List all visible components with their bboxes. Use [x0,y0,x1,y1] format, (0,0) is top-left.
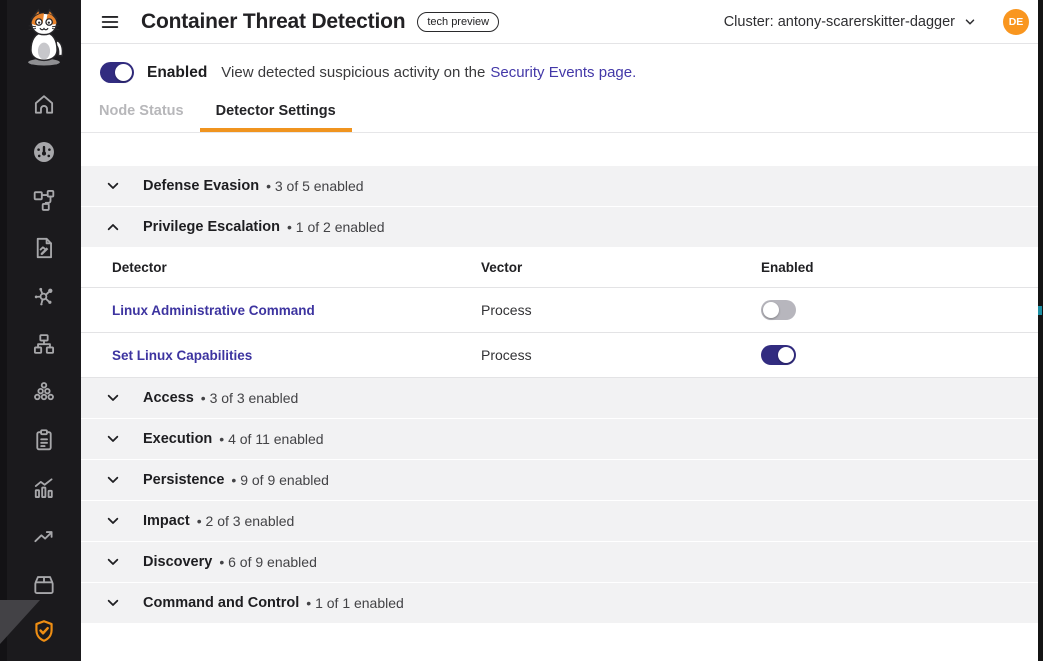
sidebar-edge-strip [0,0,7,661]
detector-toggle-set-linux-capabilities[interactable] [761,345,796,365]
tab-bar: Node Status Detector Settings [81,101,1043,133]
category-command-and-control[interactable]: Command and Control • 1 of 1 enabled [81,583,1043,623]
sidebar-item-tasks[interactable] [7,416,81,464]
category-defense-evasion[interactable]: Defense Evasion • 3 of 5 enabled [81,166,1043,206]
category-privilege-escalation[interactable]: Privilege Escalation • 1 of 2 enabled [81,207,1043,247]
sidebar-item-dashboard[interactable] [7,128,81,176]
enabled-label: Enabled [147,64,207,82]
detector-link-linux-administrative-command[interactable]: Linux Administrative Command [112,303,481,318]
chevron-down-icon [105,472,121,488]
table-row: Linux Administrative Command Process [81,288,1043,333]
column-detector: Detector [112,260,481,275]
chevron-down-icon [105,513,121,529]
chevron-down-icon [105,390,121,406]
sidebar-item-metrics[interactable] [7,464,81,512]
app-window: Container Threat Detection tech preview … [0,0,1043,661]
cat-mascot-icon [16,6,72,68]
category-execution[interactable]: Execution • 4 of 11 enabled [81,419,1043,459]
topology-icon [31,187,57,213]
document-edit-icon [31,235,57,261]
sidebar-item-topology[interactable] [7,176,81,224]
category-impact[interactable]: Impact • 2 of 3 enabled [81,501,1043,541]
tech-preview-badge: tech preview [417,12,499,32]
hub-icon [31,283,57,309]
sidebar [0,0,81,661]
vector-value: Process [481,347,761,363]
app-logo[interactable] [7,6,81,68]
bar-chart-icon [31,475,57,501]
chevron-up-icon [105,219,121,235]
sidebar-item-clusters[interactable] [7,368,81,416]
table-row: Set Linux Capabilities Process [81,333,1043,378]
gauge-icon [31,139,57,165]
category-access[interactable]: Access • 3 of 3 enabled [81,378,1043,418]
package-icon [31,571,57,597]
sidebar-item-connections[interactable] [7,272,81,320]
vector-value: Process [481,302,761,318]
home-icon [31,91,57,117]
chevron-down-icon [105,178,121,194]
category-discovery[interactable]: Discovery • 6 of 9 enabled [81,542,1043,582]
cluster-selector[interactable]: Cluster: antony-scarerskitter-dagger [724,14,977,30]
sidebar-item-reports[interactable] [7,224,81,272]
sidebar-item-trends[interactable] [7,512,81,560]
detection-settings-header: Enabled View detected suspicious activit… [81,44,1043,133]
enable-row: Enabled View detected suspicious activit… [81,44,1043,83]
shield-check-icon [31,618,57,644]
column-vector: Vector [481,260,761,275]
user-avatar[interactable]: DE [1003,9,1029,35]
detection-enabled-toggle[interactable] [100,62,134,83]
cluster-selector-label: Cluster: antony-scarerskitter-dagger [724,14,955,30]
category-persistence[interactable]: Persistence • 9 of 9 enabled [81,460,1043,500]
tab-node-status[interactable]: Node Status [83,101,200,132]
chevron-down-icon [105,595,121,611]
tab-detector-settings[interactable]: Detector Settings [200,101,352,132]
nodes-icon [31,379,57,405]
column-enabled: Enabled [761,260,1043,275]
hamburger-icon [99,11,121,33]
scroll-marker [1038,306,1042,315]
menu-button[interactable] [99,11,121,33]
detector-table-header: Detector Vector Enabled [81,248,1043,288]
chevron-down-icon [105,554,121,570]
page-title: Container Threat Detection [141,10,405,34]
sidebar-item-home[interactable] [7,80,81,128]
window-edge-strip [1038,0,1043,661]
main-area: Container Threat Detection tech preview … [81,0,1043,661]
sidebar-item-network[interactable] [7,320,81,368]
trend-arrow-icon [31,523,57,549]
sitemap-icon [31,331,57,357]
chevron-down-icon [963,15,977,29]
detector-table: Detector Vector Enabled Linux Administra… [81,248,1043,378]
enabled-description: View detected suspicious activity on the… [221,64,636,81]
detector-toggle-linux-administrative-command[interactable] [761,300,796,320]
clipboard-icon [31,427,57,453]
chevron-down-icon [105,431,121,447]
detector-link-set-linux-capabilities[interactable]: Set Linux Capabilities [112,348,481,363]
top-bar: Container Threat Detection tech preview … [81,0,1043,44]
detector-categories: Defense Evasion • 3 of 5 enabled Privile… [81,166,1043,623]
security-events-link[interactable]: Security Events page. [490,64,636,81]
